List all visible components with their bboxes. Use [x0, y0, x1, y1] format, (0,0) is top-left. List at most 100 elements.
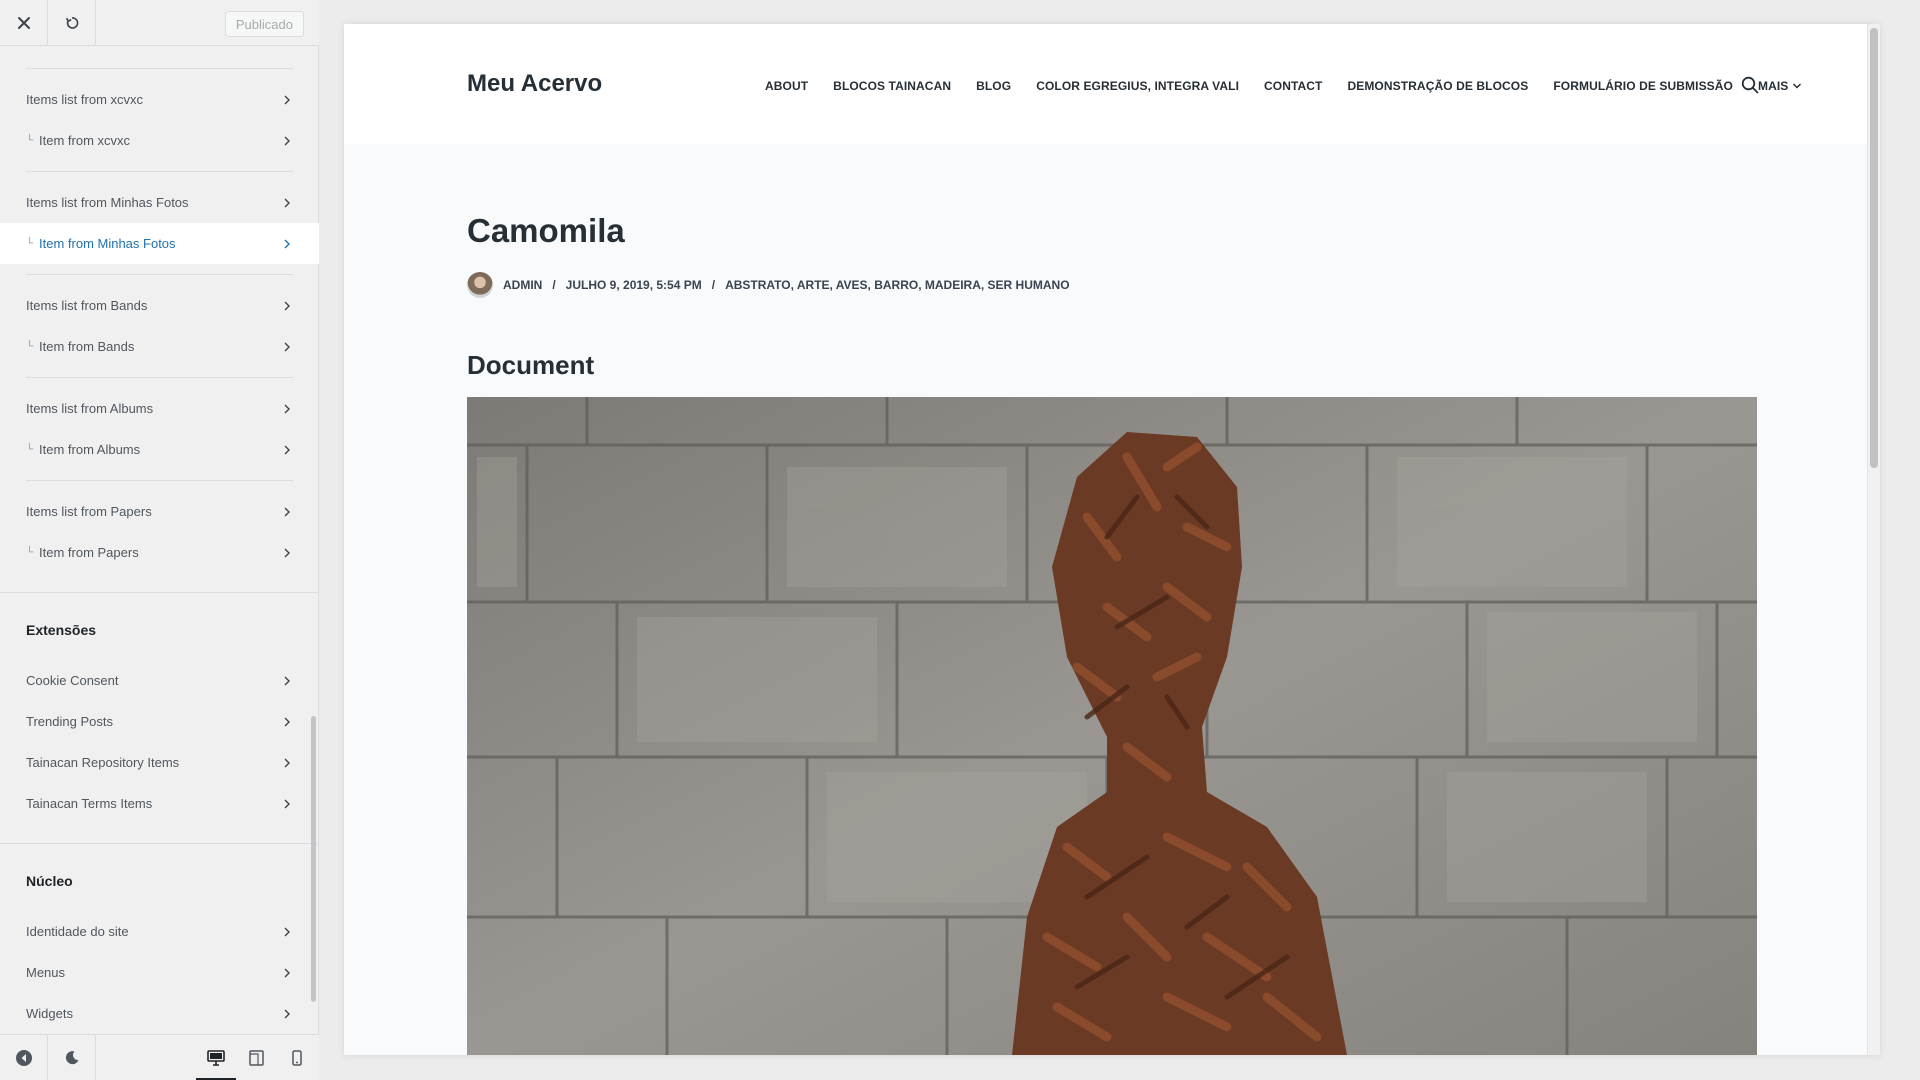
section-item-albums[interactable]: └ Item from Albums [0, 429, 319, 470]
chevron-right-icon [281, 135, 293, 147]
section-menus[interactable]: Menus [0, 952, 319, 993]
section-label: Widgets [26, 1006, 73, 1021]
customizer-panel-list[interactable]: Items list from xcvxc └ Item from xcvxc … [0, 46, 319, 1034]
document-image[interactable] [467, 397, 1757, 1055]
post-date[interactable]: JULHO 9, 2019, 5:54 PM [566, 278, 702, 292]
nav-link-demonstracao-de-blocos[interactable]: DEMONSTRAÇÃO DE BLOCOS [1347, 79, 1528, 93]
extensions-section-title: Extensões [26, 622, 97, 638]
sculpture-photo [467, 397, 1757, 1055]
divider [26, 377, 293, 378]
site-title[interactable]: Meu Acervo [467, 70, 602, 98]
author-avatar[interactable] [467, 272, 493, 298]
section-tainacan-repository-items[interactable]: Tainacan Repository Items [0, 742, 319, 783]
section-items-list-bands[interactable]: Items list from Bands [0, 285, 319, 326]
preview-scrollbar-thumb[interactable] [1870, 28, 1878, 468]
section-label: Items list from xcvxc [26, 92, 144, 107]
section-item-xcvxc[interactable]: └ Item from xcvxc [0, 120, 319, 161]
section-widgets[interactable]: Widgets [0, 993, 319, 1034]
nav-link-formulario-de-submissao[interactable]: FORMULÁRIO DE SUBMISSÃO [1553, 79, 1733, 93]
chevron-right-icon [281, 716, 293, 728]
chevron-right-icon [281, 967, 293, 979]
sidebar-scrollbar[interactable] [311, 716, 316, 1002]
nav-more-menu[interactable]: MAIS [1758, 79, 1802, 93]
chevron-right-icon [281, 926, 293, 938]
customizer-sidebar: Publicado Items list from xcvxc └ Item f… [0, 0, 319, 1080]
sub-branch-icon: └ [26, 547, 34, 558]
divider [26, 480, 293, 481]
section-label: Item from Minhas Fotos [39, 236, 176, 251]
chevron-down-icon [1793, 83, 1802, 89]
nav-link-about[interactable]: ABOUT [765, 79, 808, 93]
nav-link-blog[interactable]: BLOG [976, 79, 1011, 93]
device-tablet-button[interactable] [236, 1035, 276, 1080]
nav-link-blocos-tainacan[interactable]: BLOCOS TAINACAN [833, 79, 951, 93]
core-section-title: Núcleo [26, 873, 73, 889]
desktop-icon [207, 1050, 225, 1066]
section-item-bands[interactable]: └ Item from Bands [0, 326, 319, 367]
section-label: Items list from Bands [26, 298, 148, 313]
customizer-header: Publicado [0, 0, 319, 46]
meta-separator: / [552, 278, 556, 292]
post-meta: ADMIN / JULHO 9, 2019, 5:54 PM / ABSTRAT… [467, 272, 1070, 298]
collapse-sidebar-button[interactable] [0, 1035, 48, 1080]
divider [26, 274, 293, 275]
nav-more-label: MAIS [1757, 79, 1789, 93]
section-label: Item from xcvxc [39, 133, 131, 148]
section-items-list-xcvxc[interactable]: Items list from xcvxc [0, 79, 319, 120]
undo-icon [65, 17, 78, 29]
nav-link-color-egregius[interactable]: COLOR EGREGIUS, INTEGRA VALI [1036, 79, 1239, 93]
section-items-list-papers[interactable]: Items list from Papers [0, 491, 319, 532]
divider [26, 68, 293, 69]
section-cookie-consent[interactable]: Cookie Consent [0, 660, 319, 701]
chevron-right-icon [281, 1008, 293, 1020]
section-items-list-albums[interactable]: Items list from Albums [0, 388, 319, 429]
primary-navigation: ABOUT BLOCOS TAINACAN BLOG COLOR EGREGIU… [765, 79, 1802, 93]
chevron-right-icon [281, 403, 293, 415]
section-label: Item from Papers [39, 545, 139, 560]
chevron-right-icon [281, 238, 293, 250]
chevron-right-icon [281, 300, 293, 312]
publish-button[interactable]: Publicado [224, 11, 304, 37]
sub-branch-icon: └ [26, 238, 34, 249]
device-desktop-button[interactable] [196, 1035, 236, 1080]
divider [0, 592, 319, 593]
customizer-footer [0, 1034, 319, 1080]
divider [26, 171, 293, 172]
sub-branch-icon: └ [26, 341, 34, 352]
dark-mode-button[interactable] [48, 1035, 96, 1080]
post-title: Camomila [467, 212, 625, 249]
device-mobile-button[interactable] [277, 1035, 317, 1080]
sub-branch-icon: └ [26, 444, 34, 455]
section-item-papers[interactable]: └ Item from Papers [0, 532, 319, 573]
chevron-right-icon [281, 757, 293, 769]
tablet-icon [248, 1050, 264, 1066]
section-label: Trending Posts [26, 714, 113, 729]
close-icon [17, 17, 30, 29]
section-tainacan-terms-items[interactable]: Tainacan Terms Items [0, 783, 319, 824]
collapse-left-icon [15, 1050, 32, 1066]
section-label: Item from Bands [39, 339, 135, 354]
nav-link-contact[interactable]: CONTACT [1264, 79, 1322, 93]
chevron-right-icon [281, 341, 293, 353]
post-categories[interactable]: ABSTRATO, ARTE, AVES, BARRO, MADEIRA, SE… [725, 278, 1069, 292]
reset-button[interactable] [48, 0, 96, 46]
section-label: Item from Albums [39, 442, 141, 457]
close-customizer-button[interactable] [0, 0, 48, 46]
section-label: Tainacan Terms Items [26, 796, 153, 811]
site-header: Meu Acervo ABOUT BLOCOS TAINACAN BLOG CO… [344, 24, 1880, 144]
document-heading: Document [467, 350, 595, 380]
section-items-list-minhas-fotos[interactable]: Items list from Minhas Fotos [0, 182, 319, 223]
section-label: Items list from Minhas Fotos [26, 195, 189, 210]
sub-branch-icon: └ [26, 135, 34, 146]
search-icon[interactable] [1741, 76, 1759, 94]
chevron-right-icon [281, 506, 293, 518]
moon-icon [65, 1051, 78, 1065]
section-label: Menus [26, 965, 66, 980]
chevron-right-icon [281, 798, 293, 810]
post-author[interactable]: ADMIN [503, 278, 542, 292]
site-preview-frame[interactable]: Meu Acervo ABOUT BLOCOS TAINACAN BLOG CO… [344, 24, 1880, 1055]
section-item-minhas-fotos[interactable]: └ Item from Minhas Fotos [0, 223, 319, 264]
section-site-identity[interactable]: Identidade do site [0, 911, 319, 952]
section-trending-posts[interactable]: Trending Posts [0, 701, 319, 742]
section-label: Tainacan Repository Items [26, 755, 180, 770]
